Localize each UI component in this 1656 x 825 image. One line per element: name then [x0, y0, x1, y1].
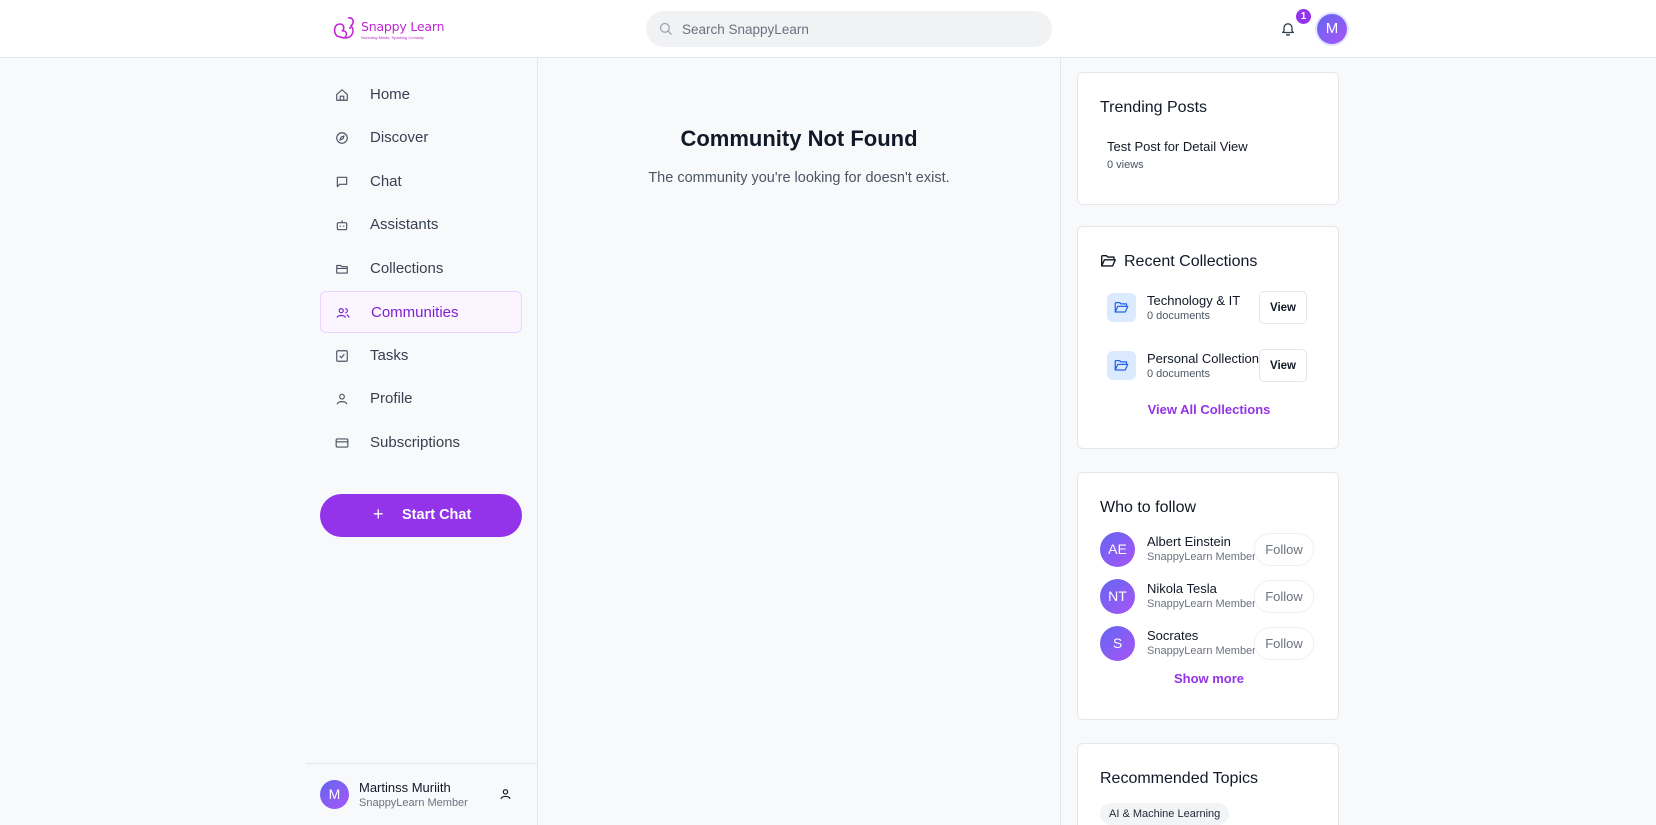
sidebar-item-tasks[interactable]: Tasks: [320, 335, 522, 377]
follow-button[interactable]: Follow: [1254, 533, 1314, 566]
sidebar-item-label: Collections: [370, 260, 444, 277]
notification-badge: 1: [1296, 9, 1311, 24]
list-item: Personal Collection 0 documents View: [1107, 349, 1313, 383]
start-chat-button[interactable]: + Start Chat: [320, 494, 522, 537]
search-bar[interactable]: [646, 11, 1052, 47]
squirrel-logo-icon: [333, 17, 354, 39]
folder-open-icon: [1100, 255, 1116, 267]
sidebar-item-home[interactable]: Home: [320, 74, 522, 116]
recent-collections-card: Recent Collections Technology & IT 0 doc…: [1077, 226, 1339, 449]
user-icon: [336, 393, 348, 405]
trending-posts-card: Trending Posts Test Post for Detail View…: [1077, 72, 1339, 205]
sidebar-item-label: Assistants: [370, 216, 439, 233]
avatar[interactable]: NT: [1100, 579, 1135, 614]
sidebar-item-label: Tasks: [370, 347, 409, 364]
sidebar-item-collections[interactable]: Collections: [320, 248, 522, 290]
recommended-topics-card: Recommended Topics AI & Machine Learning: [1077, 743, 1339, 825]
sidebar-item-profile[interactable]: Profile: [320, 378, 522, 420]
collection-doc-count: 0 documents: [1147, 368, 1210, 380]
page-title: Community Not Found: [680, 126, 918, 151]
person-role: SnappyLearn Member: [1147, 645, 1256, 657]
logo[interactable]: Snappy Learn Nurturing Minds, Sparking C…: [331, 14, 444, 44]
sidebar: Home Discover Chat Assistants Collection…: [306, 58, 538, 825]
sidebar-item-label: Chat: [370, 173, 402, 190]
sidebar-item-label: Home: [370, 86, 411, 103]
credit-card-icon: [335, 438, 349, 448]
avatar[interactable]: S: [1100, 626, 1135, 661]
card-title: Who to follow: [1100, 499, 1197, 516]
sidebar-item-label: Communities: [371, 304, 459, 321]
folder-icon: [1107, 293, 1136, 322]
follow-button[interactable]: Follow: [1254, 627, 1314, 660]
logo-tagline: Nurturing Minds, Sparking Curiosity: [361, 35, 424, 40]
list-item: NT Nikola Tesla SnappyLearn Member Follo…: [1100, 577, 1318, 617]
card-title: Recent Collections: [1124, 253, 1258, 270]
folder-icon: [336, 264, 348, 274]
avatar[interactable]: AE: [1100, 532, 1135, 567]
collection-doc-count: 0 documents: [1147, 310, 1210, 322]
sidebar-item-subscriptions[interactable]: Subscriptions: [320, 422, 522, 464]
chat-icon: [336, 176, 348, 188]
current-user[interactable]: M Martinss Muriith SnappyLearn Member: [306, 763, 537, 825]
sidebar-item-label: Discover: [370, 129, 429, 146]
person-name[interactable]: Socrates: [1147, 628, 1198, 643]
users-icon: [336, 308, 350, 318]
logo-text: Snappy Learn: [361, 19, 445, 34]
user-icon[interactable]: [499, 787, 512, 801]
collection-name[interactable]: Technology & IT: [1147, 293, 1240, 308]
home-icon: [336, 89, 348, 101]
list-item: Technology & IT 0 documents View: [1107, 291, 1313, 325]
search-icon: [659, 22, 672, 35]
plus-icon: +: [373, 504, 384, 524]
bell-icon[interactable]: [1280, 20, 1296, 37]
topic-chip[interactable]: AI & Machine Learning: [1100, 803, 1230, 825]
show-more-link[interactable]: Show more: [1078, 671, 1340, 686]
folder-icon: [1107, 351, 1136, 380]
person-role: SnappyLearn Member: [1147, 598, 1256, 610]
sidebar-item-assistants[interactable]: Assistants: [320, 204, 522, 246]
checkbox-icon: [336, 350, 348, 362]
view-collection-button[interactable]: View: [1259, 291, 1307, 324]
person-role: SnappyLearn Member: [1147, 551, 1256, 563]
search-input[interactable]: [682, 11, 1042, 47]
list-item: AE Albert Einstein SnappyLearn Member Fo…: [1100, 530, 1318, 570]
user-name: Martinss Muriith: [359, 780, 451, 795]
compass-icon: [336, 132, 348, 144]
card-title: Recommended Topics: [1100, 770, 1259, 787]
right-panel: Trending Posts Test Post for Detail View…: [1060, 58, 1350, 825]
top-header: Snappy Learn Nurturing Minds, Sparking C…: [0, 0, 1656, 58]
user-role: SnappyLearn Member: [359, 797, 468, 809]
person-name[interactable]: Nikola Tesla: [1147, 581, 1217, 596]
sidebar-item-communities[interactable]: Communities: [320, 291, 522, 333]
sidebar-item-label: Profile: [370, 390, 413, 407]
sidebar-item-label: Subscriptions: [370, 434, 461, 451]
who-to-follow-card: Who to follow AE Albert Einstein SnappyL…: [1077, 472, 1339, 720]
start-chat-label: Start Chat: [402, 507, 472, 523]
person-name[interactable]: Albert Einstein: [1147, 534, 1231, 549]
view-collection-button[interactable]: View: [1259, 349, 1307, 382]
sidebar-item-discover[interactable]: Discover: [320, 117, 522, 159]
view-all-collections-link[interactable]: View All Collections: [1078, 402, 1340, 417]
follow-button[interactable]: Follow: [1254, 580, 1314, 613]
trending-post-title[interactable]: Test Post for Detail View: [1107, 139, 1248, 154]
page-message: The community you're looking for doesn't…: [648, 170, 950, 186]
avatar: M: [320, 780, 349, 809]
trending-post-views: 0 views: [1107, 159, 1144, 171]
card-title: Trending Posts: [1100, 99, 1208, 116]
bot-icon: [336, 220, 348, 231]
collection-name[interactable]: Personal Collection: [1147, 351, 1259, 366]
list-item: S Socrates SnappyLearn Member Follow: [1100, 624, 1318, 664]
avatar[interactable]: M: [1317, 14, 1347, 44]
sidebar-item-chat[interactable]: Chat: [320, 161, 522, 203]
